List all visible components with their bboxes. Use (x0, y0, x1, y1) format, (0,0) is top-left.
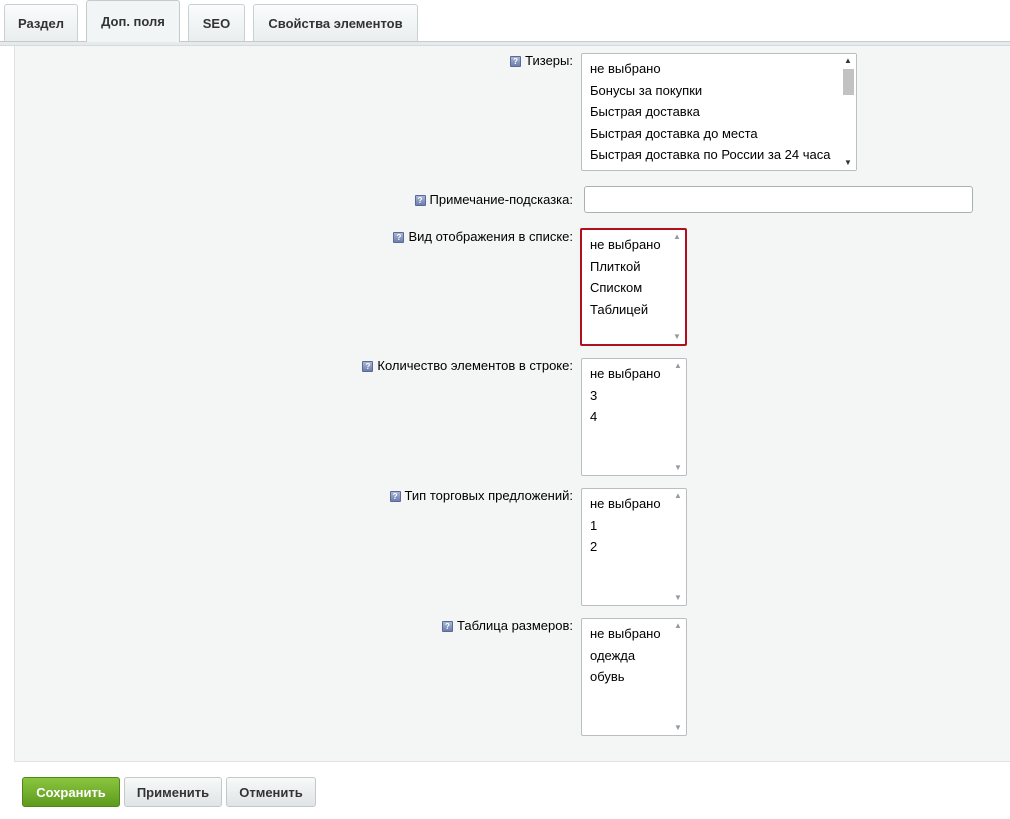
items-per-row-listbox[interactable]: не выбрано 3 4 ▲ ▼ (581, 358, 687, 476)
scroll-up-icon[interactable]: ▲ (670, 619, 686, 633)
tab-extra-fields[interactable]: Доп. поля (86, 0, 180, 42)
scroll-down-icon[interactable]: ▼ (670, 591, 686, 605)
apply-button[interactable]: Применить (124, 777, 222, 807)
help-icon[interactable]: ? (393, 231, 405, 243)
scrollbar[interactable]: ▲ ▼ (840, 54, 856, 170)
scroll-down-icon[interactable]: ▼ (669, 330, 685, 344)
field-label: ? Тизеры: (510, 53, 573, 69)
list-option[interactable]: Быстрая доставка до места (582, 123, 856, 145)
scroll-up-icon[interactable]: ▲ (840, 54, 856, 68)
tab-label: Раздел (17, 16, 65, 31)
field-label: ? Количество элементов в строке: (362, 358, 573, 374)
list-option[interactable]: Быстрая доставка (582, 101, 856, 123)
scroll-up-icon[interactable]: ▲ (670, 359, 686, 373)
help-icon[interactable]: ? (414, 194, 426, 206)
field-label: ? Примечание-подсказка: (414, 192, 573, 208)
help-icon[interactable]: ? (362, 360, 374, 372)
scrollbar[interactable]: ▲ ▼ (670, 489, 686, 605)
view-mode-listbox[interactable]: не выбрано Плиткой Списком Таблицей ▲ ▼ (580, 228, 687, 346)
cancel-button[interactable]: Отменить (226, 777, 316, 807)
list-option[interactable]: Бонусы за покупки (582, 80, 856, 102)
scroll-down-icon[interactable]: ▼ (670, 721, 686, 735)
scroll-down-icon[interactable]: ▼ (840, 156, 856, 170)
hint-input[interactable] (584, 186, 973, 213)
scroll-down-icon[interactable]: ▼ (670, 461, 686, 475)
scrollbar[interactable]: ▲ ▼ (670, 619, 686, 735)
scroll-up-icon[interactable]: ▲ (670, 489, 686, 503)
tab-seo[interactable]: SEO (188, 4, 245, 42)
save-button[interactable]: Сохранить (22, 777, 120, 807)
field-label: ? Таблица размеров: (441, 618, 573, 634)
scrollbar[interactable]: ▲ ▼ (669, 230, 685, 344)
scrollbar[interactable]: ▲ ▼ (670, 359, 686, 475)
help-icon[interactable]: ? (441, 620, 453, 632)
tab-label: SEO (202, 16, 231, 31)
help-icon[interactable]: ? (510, 55, 522, 67)
list-option[interactable]: не выбрано (582, 58, 856, 80)
tab-label: Доп. поля (101, 14, 165, 29)
list-option[interactable]: Быстрая доставка по России за 24 часа (582, 144, 856, 166)
field-label: ? Тип торговых предложений: (389, 488, 573, 504)
tab-label: Свойства элементов (268, 16, 403, 31)
tab-section[interactable]: Раздел (4, 4, 78, 42)
teasers-listbox[interactable]: не выбрано Бонусы за покупки Быстрая дос… (581, 53, 857, 171)
field-label: ? Вид отображения в списке: (393, 229, 573, 245)
scroll-up-icon[interactable]: ▲ (669, 230, 685, 244)
form-panel (14, 46, 1010, 762)
help-icon[interactable]: ? (389, 490, 401, 502)
tab-element-properties[interactable]: Свойства элементов (253, 4, 418, 42)
offer-type-listbox[interactable]: не выбрано 1 2 ▲ ▼ (581, 488, 687, 606)
scrollbar-thumb[interactable] (843, 69, 854, 95)
size-table-listbox[interactable]: не выбрано одежда обувь ▲ ▼ (581, 618, 687, 736)
tab-bar: Раздел Доп. поля SEO Свойства элементов (0, 0, 1010, 46)
